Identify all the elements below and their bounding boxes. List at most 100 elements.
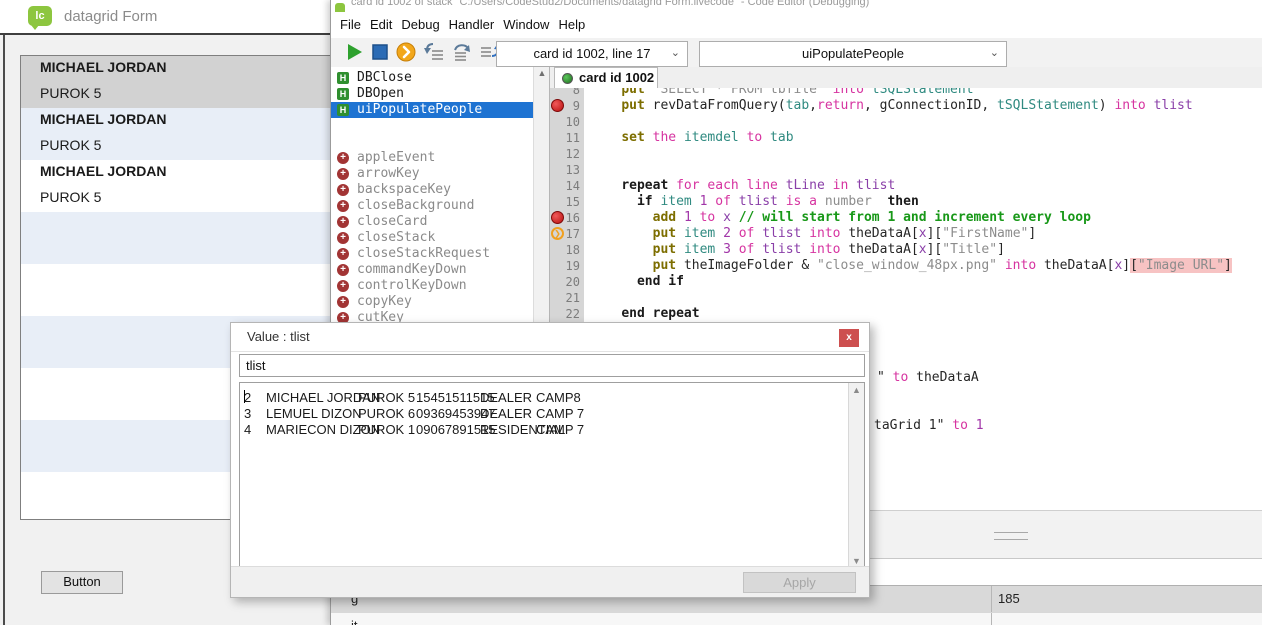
code-line-20: 20 end if [550,274,1262,290]
handler-item-DBOpen[interactable]: HDBOpen [331,86,533,102]
handler-icon: H [337,104,349,116]
line-number[interactable]: 19 [550,258,580,274]
handler-item-arrowKey[interactable]: +arrowKey [331,166,533,182]
line-number[interactable]: 8 [550,88,580,98]
dialog-footer: Apply [231,566,869,597]
execution-context-dropdown[interactable]: card id 1002, line 17 ⌄ [496,41,688,67]
chevron-down-icon: ⌄ [990,42,999,65]
variable-value-list[interactable]: 2MICHAEL JORDANPUROK 515451511515DEALERC… [239,382,865,569]
add-handler-icon: + [337,280,349,292]
code-line-11: 11 set the itemdel to tab [550,130,1262,146]
code-line-22: 22 end repeat [550,306,1262,322]
execution-context-value: card id 1002, line 17 [533,46,650,61]
close-icon[interactable]: x [839,329,859,347]
dialog-scrollbar[interactable]: ▲ ▼ [848,383,864,568]
value-cell: 2 [244,390,251,405]
add-handler-icon: + [337,248,349,260]
datagrid-row[interactable]: MICHAEL JORDANPUROK 5 [21,108,330,160]
value-cell: 4 [244,422,251,437]
scroll-up-arrow-icon[interactable]: ▲ [849,385,864,395]
handler-item-commandKeyDown[interactable]: +commandKeyDown [331,262,533,278]
debug-toolbar: card id 1002, line 17 ⌄ uiPopulatePeople… [331,38,1262,68]
line-number[interactable]: 20 [550,274,580,290]
datagrid-row[interactable]: MICHAEL JORDANPUROK 5 [21,56,330,108]
add-handler-icon: + [337,184,349,196]
stop-button[interactable] [369,41,391,63]
scroll-down-arrow-icon[interactable]: ▼ [849,556,864,566]
add-handler-icon: + [337,152,349,164]
dialog-titlebar[interactable]: Value : tlist x [231,323,869,352]
handler-item-closeStack[interactable]: +closeStack [331,230,533,246]
handler-item-controlKeyDown[interactable]: +controlKeyDown [331,278,533,294]
column-divider [991,586,992,612]
populate-button[interactable]: Button [41,571,123,594]
handler-label: closeStackRequest [357,246,490,262]
menu-help[interactable]: Help [558,17,585,32]
line-number[interactable]: 9 [550,98,580,114]
value-list-row[interactable]: 2MICHAEL JORDANPUROK 515451511515DEALERC… [240,389,864,405]
continue-button[interactable] [395,41,417,63]
line-number[interactable]: 13 [550,162,580,178]
handler-icon: H [337,72,349,84]
menu-window[interactable]: Window [503,17,549,32]
stack-window-titlebar[interactable]: lc datagrid Form [0,0,332,35]
line-number[interactable]: 17 [550,226,580,242]
handler-item-appleEvent[interactable]: +appleEvent [331,150,533,166]
value-list-row[interactable]: 3LEMUEL DIZONPUROK 609369453947DEALERCAM… [240,405,864,421]
value-list-row[interactable]: 4MARIECON DIZONPUROK 109067891515RESIDEN… [240,421,864,437]
code-line-15: 15 if item 1 of tlist is a number then [550,194,1262,210]
value-cell: CAMP 7 [536,422,584,437]
menu-handler[interactable]: Handler [449,17,495,32]
line-number[interactable]: 22 [550,306,580,322]
line-number[interactable]: 16 [550,210,580,226]
scroll-up-arrow-icon[interactable]: ▲ [534,68,550,78]
script-tab-bar: card id 1002 [550,67,1262,89]
value-cell: CAMP 7 [536,406,584,421]
tab-card-id-1002[interactable]: card id 1002 [554,67,658,88]
line-number[interactable]: 21 [550,290,580,306]
line-number[interactable]: 12 [550,146,580,162]
code-line-18: 18 put item 3 of tlist into theDataA[x][… [550,242,1262,258]
handler-item-DBClose[interactable]: HDBClose [331,70,533,86]
stack-icon [335,3,345,12]
handler-item-closeBackground[interactable]: +closeBackground [331,198,533,214]
menu-debug[interactable]: Debug [401,17,439,32]
menu-file[interactable]: File [340,17,361,32]
value-cell: LEMUEL DIZON [266,406,362,421]
code-line-16: 16 add 1 to x // will start from 1 and i… [550,210,1262,226]
handler-item-closeCard[interactable]: +closeCard [331,214,533,230]
dialog-title: Value : tlist [247,329,310,344]
value-cell: DEALER [480,406,532,421]
line-number[interactable]: 18 [550,242,580,258]
splitter-grip-handle[interactable] [994,532,1028,540]
variable-row[interactable]: it [331,612,1262,625]
variable-name: it [351,618,358,625]
handler-dropdown[interactable]: uiPopulatePeople ⌄ [699,41,1007,67]
handler-label: closeBackground [357,198,474,214]
line-number[interactable]: 11 [550,130,580,146]
handler-item-closeStackRequest[interactable]: + closeStackRequest [331,246,533,262]
datagrid-row[interactable] [21,212,330,264]
line-number[interactable]: 10 [550,114,580,130]
handler-label: commandKeyDown [357,262,467,278]
apply-button[interactable]: Apply [743,572,856,593]
script-editor-titlebar[interactable]: card id 1002 of stack "C:/Users/CodeStud… [331,0,1262,12]
step-into-button[interactable] [423,41,445,63]
step-over-button[interactable] [451,41,473,63]
code-line-19: 19 put theImageFolder & "close_window_48… [550,258,1262,274]
menu-edit[interactable]: Edit [370,17,392,32]
variable-name-input[interactable] [239,354,865,377]
add-handler-icon: + [337,232,349,244]
handler-item-backspaceKey[interactable]: +backspaceKey [331,182,533,198]
value-cell: CAMP8 [536,390,581,405]
menu-bar: File Edit Debug Handler Window Help [331,12,1262,39]
run-button[interactable] [343,41,365,63]
value-cell: PUROK 6 [358,406,415,421]
line-number[interactable]: 14 [550,178,580,194]
handler-item-copyKey[interactable]: +copyKey [331,294,533,310]
line-number[interactable]: 15 [550,194,580,210]
datagrid-row[interactable]: MICHAEL JORDANPUROK 5 [21,160,330,212]
handler-item-uiPopulatePeople[interactable]: HuiPopulatePeople [331,102,533,118]
add-handler-icon: + [337,216,349,228]
datagrid-row[interactable] [21,264,330,316]
